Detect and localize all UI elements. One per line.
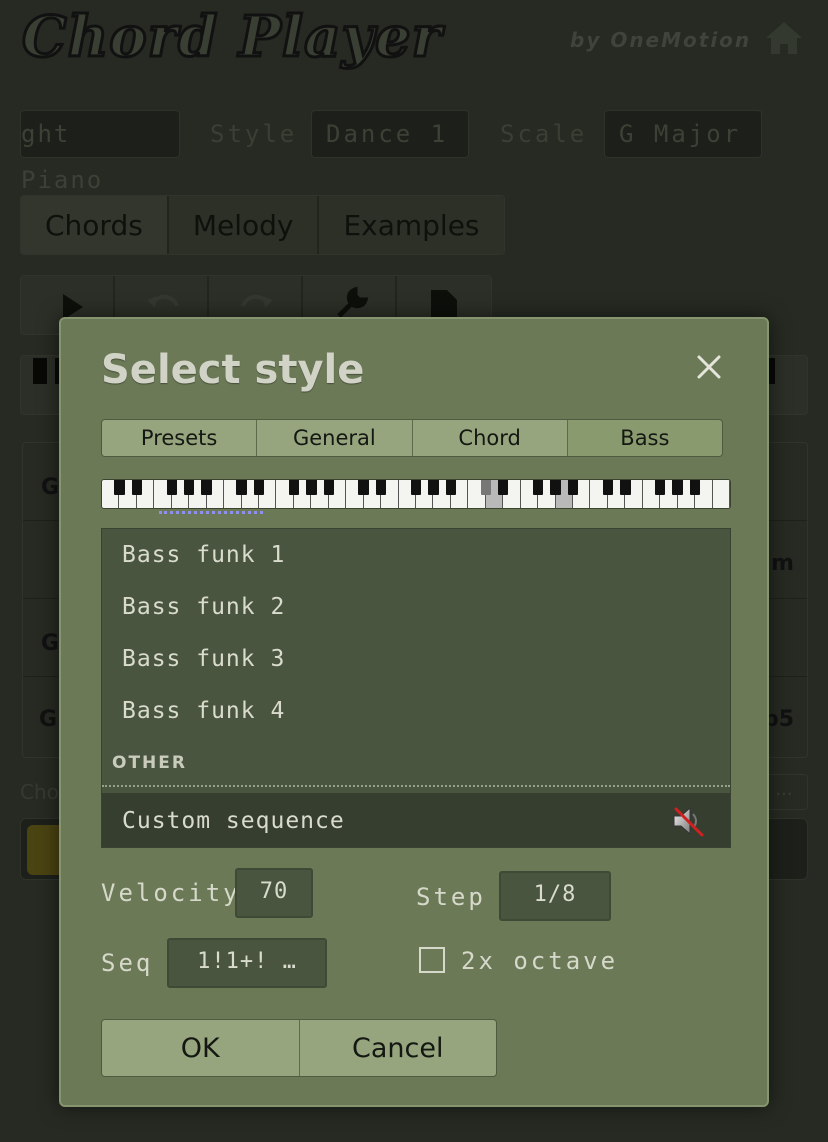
tab-examples[interactable]: Examples (319, 196, 504, 254)
piano-black-key[interactable] (323, 480, 334, 495)
piano-black-key[interactable] (253, 480, 265, 495)
piano-black-key[interactable] (480, 480, 491, 495)
grid-cell[interactable]: G (41, 475, 59, 500)
piano-black-key[interactable] (654, 480, 666, 495)
tab-chord[interactable]: Chord (412, 420, 568, 456)
piano-black-key[interactable] (567, 480, 579, 495)
piano-black-key[interactable] (672, 480, 683, 495)
style-select[interactable]: Dance 1 (311, 110, 469, 158)
piano-black-key[interactable] (410, 480, 422, 495)
ok-button[interactable]: OK (102, 1020, 300, 1076)
step-select[interactable]: 1/8 (499, 871, 611, 921)
home-icon[interactable] (764, 20, 804, 56)
list-item[interactable]: Bass funk 4 (102, 685, 730, 737)
dialog-buttons: OK Cancel (101, 1019, 497, 1077)
piano-black-key[interactable] (114, 480, 125, 495)
app-byline: by OneMotion (570, 28, 752, 52)
chords-label: Cho (20, 780, 59, 804)
piano-black-key[interactable] (497, 480, 509, 495)
piano-black-key[interactable] (166, 480, 177, 495)
app-title: Chord Player (20, 3, 443, 72)
piano-black-key[interactable] (236, 480, 247, 495)
style-list: Bass funk 1 Bass funk 2 Bass funk 3 Bass… (101, 528, 731, 848)
piano-black-key[interactable] (358, 480, 369, 495)
tab-melody[interactable]: Melody (168, 196, 320, 254)
piano-black-key[interactable] (375, 480, 387, 495)
scale-select[interactable]: G Major (604, 110, 762, 158)
scale-label: Scale (500, 120, 588, 148)
piano-black-key[interactable] (306, 480, 317, 495)
piano-black-key[interactable] (201, 480, 212, 495)
tab-general[interactable]: General (257, 420, 413, 456)
piano-black-key[interactable] (428, 480, 439, 495)
main-tabs: Chords Melody Examples (20, 195, 505, 255)
grid-cell[interactable]: m (771, 551, 794, 576)
grid-cell[interactable]: G (41, 631, 59, 656)
range-indicator (159, 511, 263, 515)
list-divider (102, 785, 730, 787)
select-style-dialog: Select style Presets General Chord Bass … (59, 317, 769, 1107)
list-item-label: Custom sequence (122, 808, 345, 834)
cancel-button[interactable]: Cancel (299, 1020, 496, 1076)
piano-black-key[interactable] (620, 480, 631, 495)
close-icon[interactable] (691, 349, 727, 385)
seq-input[interactable]: 1!1+! … (167, 938, 327, 988)
piano-black-key[interactable] (183, 480, 195, 495)
instrument-select[interactable]: ght Piano (20, 110, 180, 194)
piano-black-key[interactable] (532, 480, 544, 495)
grid-cell[interactable]: G (39, 707, 57, 732)
list-item[interactable]: Bass funk 3 (102, 633, 730, 685)
tab-presets[interactable]: Presets (102, 420, 258, 456)
speaker-muted-icon[interactable] (670, 803, 706, 839)
dialog-title: Select style (101, 347, 365, 393)
step-label: Step (416, 883, 486, 911)
list-section-header: OTHER (112, 753, 187, 773)
velocity-input[interactable]: 70 (235, 868, 313, 918)
tab-chords[interactable]: Chords (21, 196, 169, 254)
piano-black-key[interactable] (445, 480, 457, 495)
piano-black-key[interactable] (689, 480, 701, 495)
octave-label: 2x octave (461, 947, 619, 975)
redo-icon (241, 294, 273, 308)
piano-black-key[interactable] (288, 480, 300, 495)
list-item[interactable]: Bass funk 2 (102, 581, 730, 633)
velocity-label: Velocity (101, 879, 241, 907)
piano-black-key[interactable] (602, 480, 614, 495)
tab-bass[interactable]: Bass (567, 420, 722, 456)
piano-black-key[interactable] (550, 480, 561, 495)
seq-label: Seq (101, 949, 154, 977)
list-item-selected[interactable]: Custom sequence (102, 793, 730, 847)
piano-white-key[interactable] (713, 480, 730, 508)
style-label: Style (210, 120, 298, 148)
range-piano[interactable] (101, 479, 731, 509)
octave-checkbox[interactable] (419, 947, 445, 973)
list-item[interactable]: Bass funk 1 (102, 529, 730, 581)
style-tabs: Presets General Chord Bass (101, 419, 723, 457)
piano-black-key[interactable] (131, 480, 143, 495)
undo-icon (147, 294, 179, 308)
